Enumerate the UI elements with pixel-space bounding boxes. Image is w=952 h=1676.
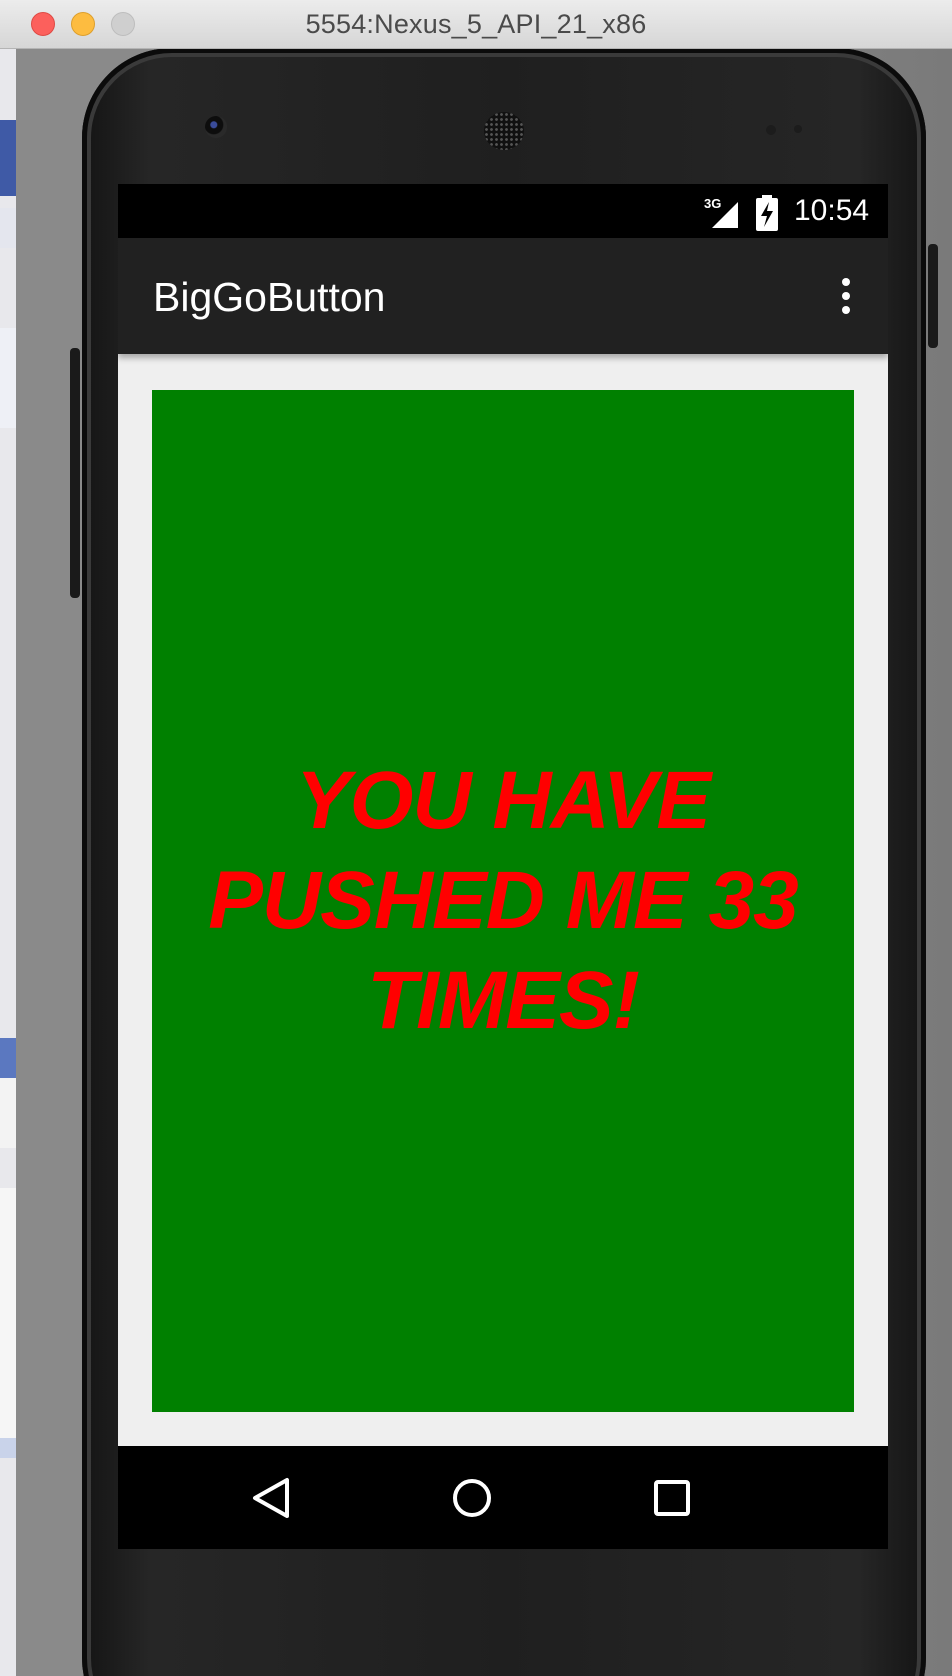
overflow-dot xyxy=(842,292,850,300)
status-clock: 10:54 xyxy=(794,194,870,227)
recents-icon[interactable] xyxy=(642,1468,702,1528)
back-icon[interactable] xyxy=(241,1468,301,1528)
more-vert-icon[interactable] xyxy=(824,268,868,324)
window-title: 5554:Nexus_5_API_21_x86 xyxy=(305,9,647,39)
big-go-button[interactable]: YOU HAVE PUSHED ME 33 TIMES! xyxy=(152,390,854,1412)
home-icon[interactable] xyxy=(442,1468,502,1528)
overflow-dot xyxy=(842,278,850,286)
android-status-bar: 3G 10:54 xyxy=(118,184,888,238)
window-titlebar[interactable]: 5554:Nexus_5_API_21_x86 xyxy=(0,0,952,49)
light-sensor-icon xyxy=(794,125,802,133)
push-count-label: YOU HAVE PUSHED ME 33 TIMES! xyxy=(208,755,799,1046)
phone-screen: 3G 10:54 BigGoButton YOU HAVE PUSHED ME … xyxy=(118,184,888,1549)
emulator-window: 5554:Nexus_5_API_21_x86 3G 10:54 BigGoBu… xyxy=(0,0,952,1676)
background-app-strip xyxy=(0,48,16,1676)
app-action-bar: BigGoButton xyxy=(118,238,888,354)
overflow-dot xyxy=(842,306,850,314)
android-navigation-bar xyxy=(118,1446,888,1549)
app-title: BigGoButton xyxy=(153,274,386,320)
battery-charging-icon xyxy=(756,195,778,231)
power-button xyxy=(928,244,938,348)
volume-rocker xyxy=(70,348,80,598)
earpiece-speaker-icon xyxy=(484,112,524,150)
front-camera-icon xyxy=(205,116,227,138)
proximity-sensor-icon xyxy=(766,125,776,135)
network-type-label: 3G xyxy=(704,196,722,211)
